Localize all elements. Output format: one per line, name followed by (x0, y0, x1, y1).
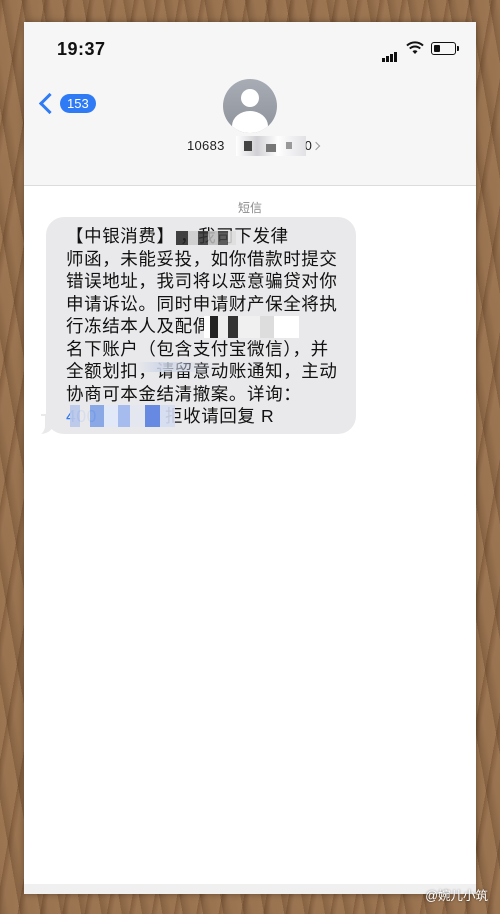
redaction-mosaic (176, 231, 236, 245)
message-line: 协商可本金结清撤案。详询： (66, 383, 302, 404)
message-line: 名下账户（包含支付宝微信），并 (66, 338, 329, 359)
redaction-mosaic (204, 316, 299, 338)
redacted-number-blur (236, 136, 306, 156)
chevron-right-icon (311, 141, 321, 151)
message-line: 师函，未能妥投，如你借款时提交 (66, 248, 338, 269)
bottom-edge (24, 884, 476, 894)
message-line: 错误地址，我司将以恶意骗贷对你 (66, 271, 338, 291)
watermark-text: @婉儿小筑 (425, 889, 488, 903)
battery-icon (431, 42, 459, 55)
wifi-icon (406, 41, 424, 54)
conversation-header: 153 10683 0 (24, 74, 476, 186)
cellular-signal-icon (382, 44, 398, 62)
service-label: 短信 (237, 201, 262, 215)
unread-count-badge: 153 (60, 94, 96, 113)
message-line: 申请诉讼。同时申请财产保全将执 (66, 293, 338, 314)
status-time: 19:37 (57, 39, 106, 59)
redaction-mosaic (70, 405, 175, 427)
status-bar: 19:37 (24, 22, 476, 74)
phone-screen: 19:37 153 106830 短信 今天 14:47 (24, 22, 476, 894)
contact-avatar[interactable] (223, 79, 277, 133)
chevron-left-icon (38, 92, 61, 115)
back-button[interactable]: 153 (38, 92, 96, 115)
redaction-mosaic (136, 362, 216, 372)
